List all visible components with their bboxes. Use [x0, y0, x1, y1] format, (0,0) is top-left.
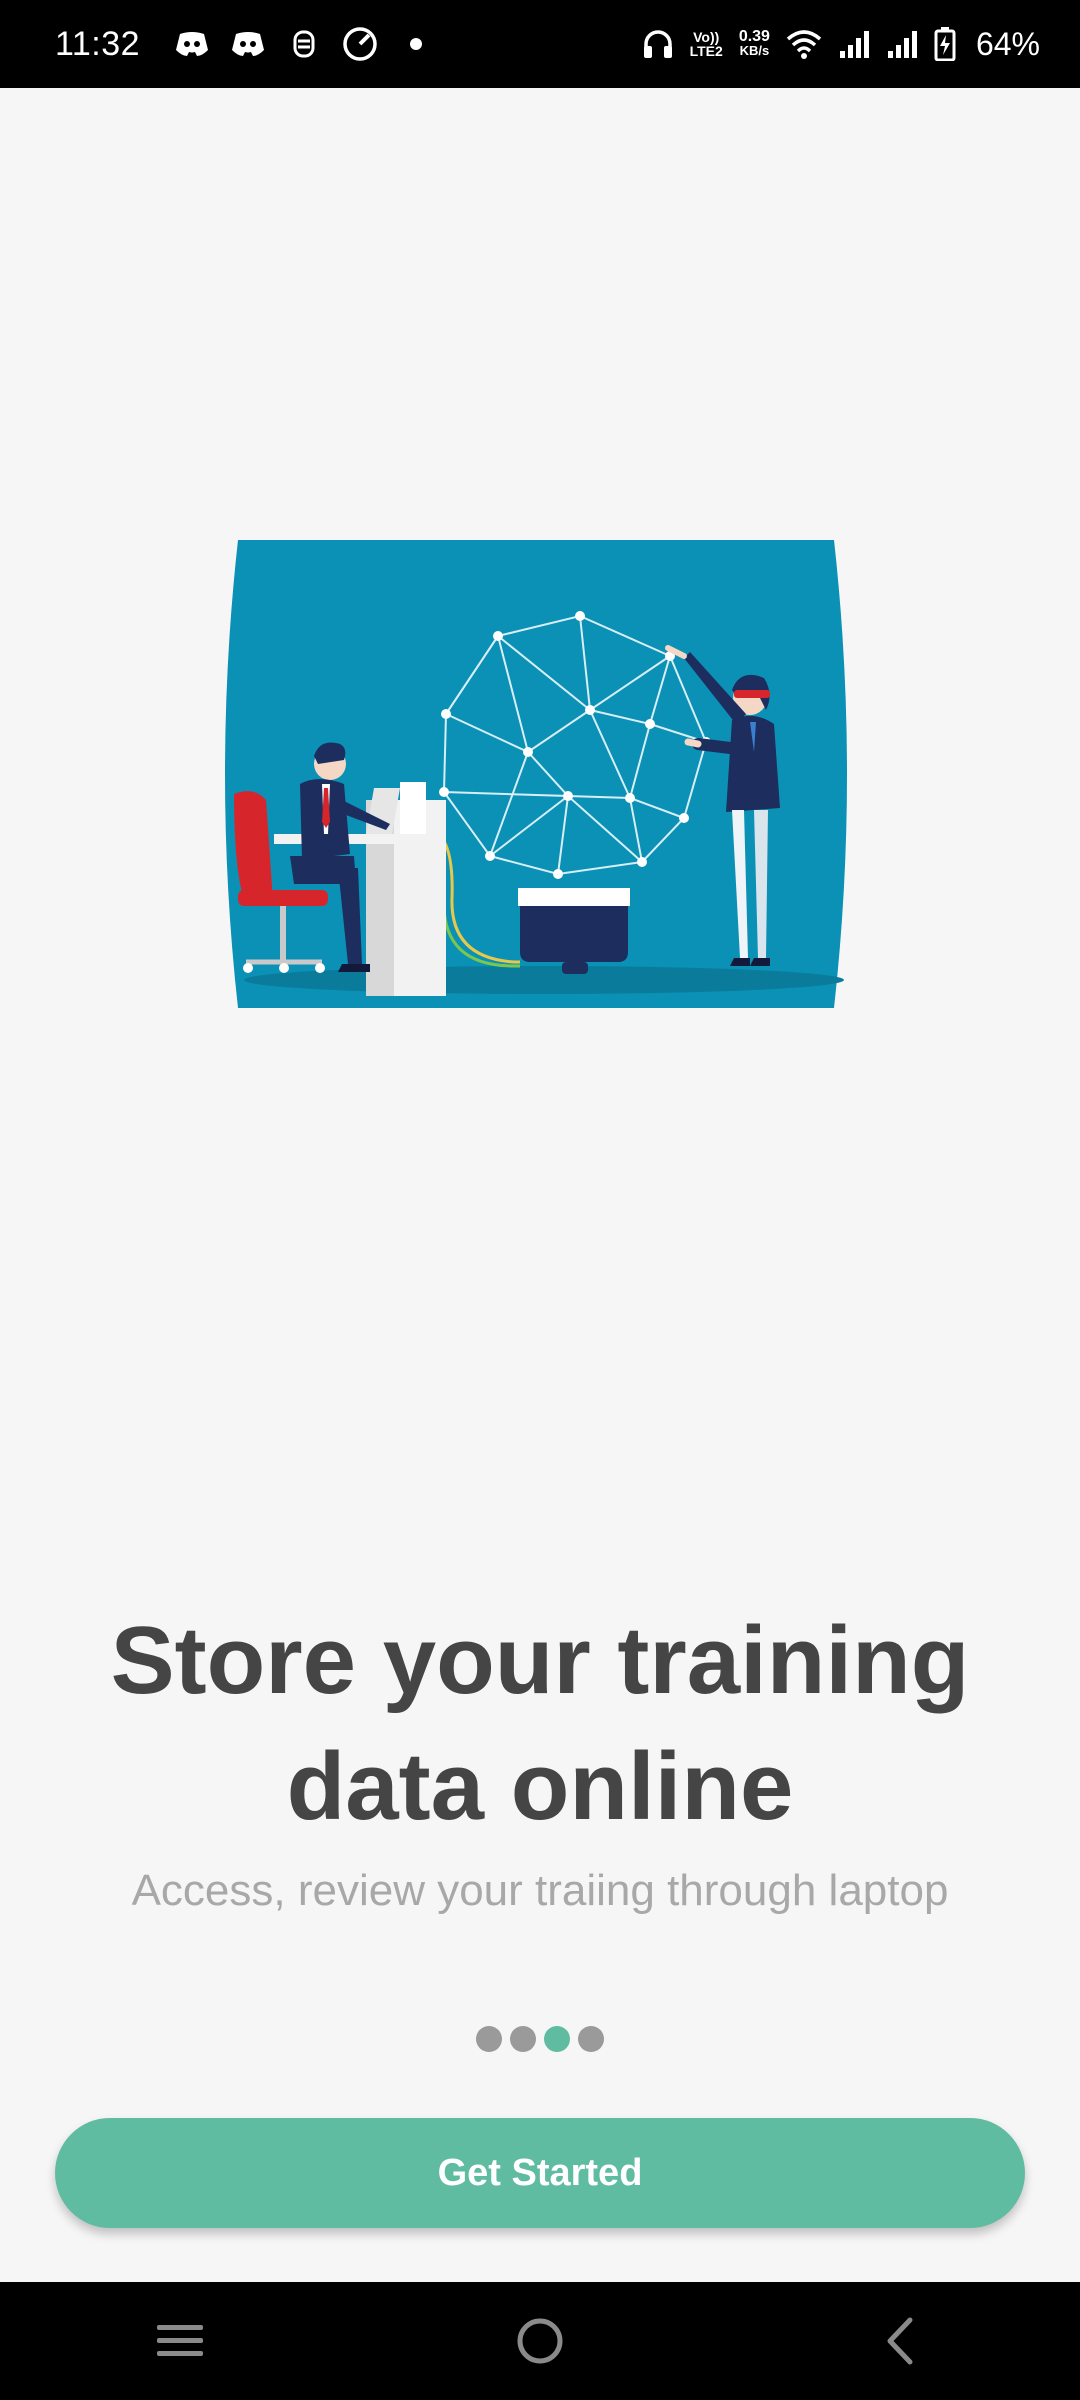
status-time: 11:32	[55, 24, 141, 63]
onboarding-illustration	[214, 538, 860, 1010]
menu-icon[interactable]	[120, 2291, 240, 2391]
page-dot	[510, 2026, 536, 2052]
page-dot	[476, 2026, 502, 2052]
notification-icon	[286, 26, 322, 62]
page-dot-active	[544, 2026, 570, 2052]
network-speed: 0.39 KB/s	[738, 28, 770, 58]
page-dot	[578, 2026, 604, 2052]
status-bar: 11:32 Vo)) LTE2 0.39 KB/s 64%	[0, 0, 1080, 88]
signal-icon	[838, 29, 870, 59]
onboarding-subtext: Access, review your traiing through lapt…	[131, 1866, 949, 1915]
discord-icon	[174, 26, 210, 62]
home-icon[interactable]	[480, 2291, 600, 2391]
get-started-button[interactable]: Get Started	[55, 2118, 1025, 2228]
onboarding-headline: Store your training data online	[110, 1607, 970, 1840]
dot-icon	[398, 26, 434, 62]
system-indicators: Vo)) LTE2 0.39 KB/s 64%	[642, 26, 1040, 63]
navigation-bar	[0, 2282, 1080, 2400]
headphones-icon	[642, 28, 674, 60]
volte-indicator: Vo)) LTE2	[689, 29, 723, 59]
back-icon[interactable]	[840, 2291, 960, 2391]
battery-percent: 64%	[975, 25, 1040, 62]
wifi-icon	[786, 29, 822, 59]
discord-icon	[230, 26, 266, 62]
speedometer-icon	[342, 26, 378, 62]
battery-charging-icon	[934, 27, 956, 61]
page-indicator	[0, 2026, 1080, 2054]
notification-icons	[174, 26, 434, 62]
signal-icon	[886, 29, 918, 59]
